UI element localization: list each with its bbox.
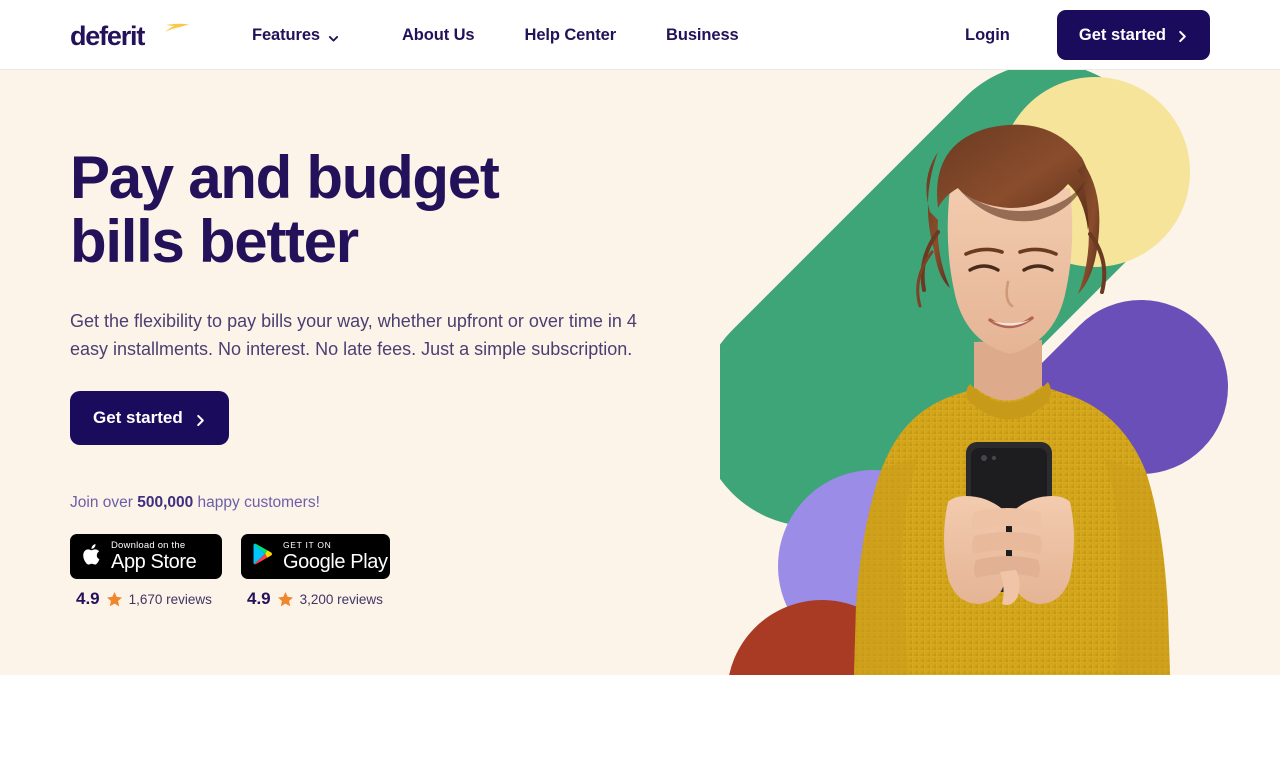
- star-icon: [106, 591, 123, 608]
- deferit-logo[interactable]: deferit: [70, 20, 195, 52]
- google-play-rating: 4.9 3,200 reviews: [241, 589, 390, 609]
- hero-artwork: [720, 70, 1280, 675]
- nav-item-about-us[interactable]: About Us: [402, 26, 475, 45]
- nav-item-label: About Us: [401, 25, 475, 44]
- google-play-text: GET IT ON Google Play: [283, 540, 388, 573]
- hero-get-started-label: Get started: [93, 408, 183, 427]
- app-store-badge[interactable]: Download on the App Store: [70, 534, 222, 579]
- nav-item-label: Business: [666, 25, 739, 44]
- hero-person-image: [854, 124, 1170, 675]
- login-link[interactable]: Login: [965, 26, 1010, 45]
- chevron-down-icon: [328, 30, 339, 42]
- google-play-badge[interactable]: GET IT ON Google Play: [241, 534, 390, 579]
- app-store-big-label: App Store: [111, 551, 197, 573]
- hero-section: Pay and budget bills better Get the flex…: [0, 70, 1280, 675]
- nav-item-features[interactable]: Features: [252, 26, 339, 45]
- social-proof-text: Join over 500,000 happy customers!: [70, 494, 680, 512]
- hero-title: Pay and budget bills better: [70, 146, 680, 274]
- hero-title-line-2: bills better: [70, 208, 359, 275]
- svg-text:deferit: deferit: [70, 21, 145, 51]
- chevron-right-icon: [195, 412, 206, 426]
- below-fold-area: [0, 675, 1280, 768]
- social-proof-suffix: happy customers!: [193, 494, 320, 511]
- google-play-review-count: 3,200 reviews: [299, 591, 383, 607]
- header-get-started-label: Get started: [1078, 25, 1166, 44]
- social-proof-count: 500,000: [137, 494, 194, 511]
- hero-subtitle: Get the flexibility to pay bills your wa…: [70, 311, 637, 359]
- header-get-started-button[interactable]: Get started: [1056, 10, 1210, 60]
- chevron-right-icon: [1177, 29, 1188, 42]
- app-store-rating-score: 4.9: [76, 589, 100, 608]
- google-play-big-label: Google Play: [283, 551, 388, 573]
- google-play-rating-score: 4.9: [247, 589, 271, 608]
- site-header: deferit Features About Us Help Center Bu…: [0, 0, 1280, 70]
- store-badges: Download on the App Store 4.9 1,670 revi…: [70, 534, 680, 609]
- app-store-column: Download on the App Store 4.9 1,670 revi…: [70, 534, 222, 609]
- star-icon: [277, 591, 294, 608]
- app-store-small-label: Download on the: [111, 540, 186, 551]
- hero-get-started-button[interactable]: Get started: [70, 391, 229, 445]
- google-play-icon: [252, 542, 274, 571]
- apple-icon: [81, 542, 102, 572]
- google-play-column: GET IT ON Google Play 4.9 3,200 reviews: [241, 534, 390, 609]
- nav-item-help-center[interactable]: Help Center: [525, 26, 617, 45]
- app-store-review-count: 1,670 reviews: [128, 591, 212, 607]
- app-store-rating: 4.9 1,670 reviews: [70, 589, 222, 609]
- primary-navigation: Features About Us Help Center Business: [252, 0, 739, 70]
- nav-item-label: Help Center: [524, 25, 617, 44]
- hero-copy: Pay and budget bills better Get the flex…: [70, 70, 680, 609]
- header-actions: Login Get started: [965, 0, 1210, 70]
- nav-item-label: Features: [252, 25, 320, 44]
- nav-item-business[interactable]: Business: [666, 26, 739, 45]
- hero-title-line-1: Pay and budget: [70, 144, 500, 211]
- app-store-text: Download on the App Store: [111, 540, 197, 573]
- social-proof-prefix: Join over: [70, 494, 138, 511]
- google-play-small-label: GET IT ON: [283, 540, 332, 550]
